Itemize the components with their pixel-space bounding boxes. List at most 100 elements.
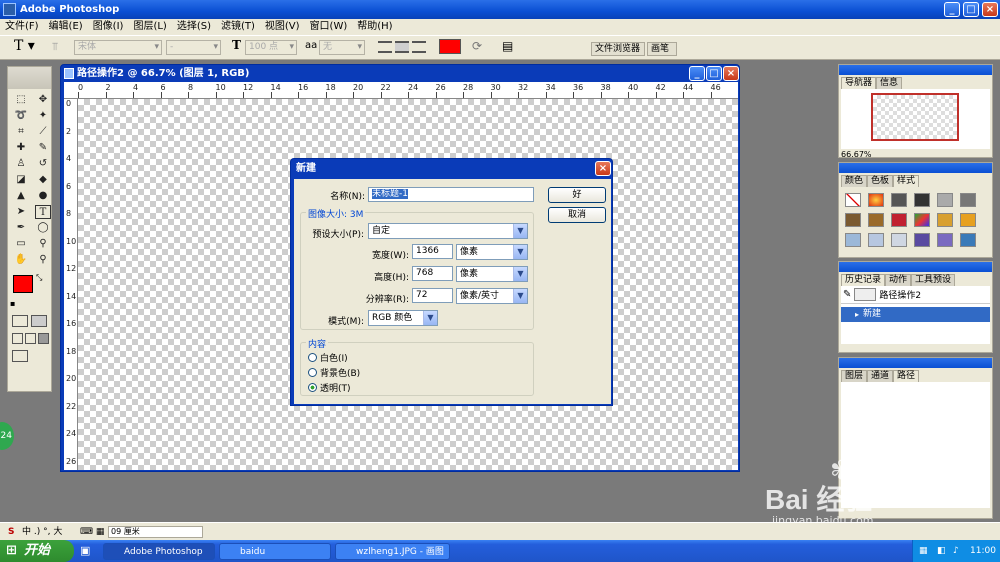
healing-icon[interactable]: ✚ — [13, 141, 29, 155]
brush-icon[interactable]: ✎ — [35, 141, 51, 155]
doc-minimize-button[interactable]: _ — [689, 66, 705, 81]
font-family-select[interactable]: 宋体 — [74, 40, 162, 55]
menu-layer[interactable]: 图层(L) — [128, 19, 171, 35]
height-field[interactable]: 768 — [412, 266, 453, 281]
menu-filter[interactable]: 滤镜(T) — [216, 19, 260, 35]
width-unit-select[interactable]: 像素 ▼ — [456, 244, 528, 260]
style-swatch[interactable] — [960, 233, 976, 247]
path-select-icon[interactable]: ➤ — [13, 205, 29, 219]
doc-close-button[interactable]: × — [723, 66, 739, 81]
quick-mask-icon[interactable] — [31, 315, 47, 327]
clock[interactable]: 11:00 — [970, 540, 996, 562]
keyboard-icon[interactable]: ⌨ ▦ — [80, 523, 104, 541]
width-field[interactable]: 1366 — [412, 244, 453, 259]
menu-select[interactable]: 选择(S) — [172, 19, 216, 35]
style-swatch[interactable] — [960, 193, 976, 207]
style-swatch[interactable] — [937, 193, 953, 207]
height-unit-select[interactable]: 像素 ▼ — [456, 266, 528, 282]
style-swatch[interactable] — [914, 193, 930, 207]
history-snapshot[interactable]: ✎ 路径操作2 — [841, 286, 990, 304]
palettes-icon[interactable]: ▤ — [502, 39, 513, 53]
style-swatch[interactable] — [937, 213, 953, 227]
minimize-button[interactable]: _ — [944, 2, 960, 17]
type-icon[interactable]: T — [35, 205, 51, 219]
text-color-swatch[interactable] — [439, 39, 461, 54]
tab-tool-presets[interactable]: 工具预设 — [911, 274, 956, 286]
style-swatch[interactable] — [960, 213, 976, 227]
start-button[interactable]: ⊞ 开始 — [0, 540, 74, 562]
maximize-button[interactable]: □ — [963, 2, 979, 17]
screen-mode-1-icon[interactable] — [12, 333, 23, 344]
screen-mode-2-icon[interactable] — [25, 333, 36, 344]
shape-icon[interactable]: ◯ — [35, 221, 51, 235]
bucket-icon[interactable]: ◆ — [35, 173, 51, 187]
tab-actions[interactable]: 动作 — [885, 274, 912, 286]
style-swatch[interactable] — [845, 193, 861, 207]
brushes-tab[interactable]: 画笔 — [647, 42, 677, 56]
eyedropper-icon[interactable]: ⚲ — [35, 237, 51, 251]
lasso-icon[interactable]: ➰ — [13, 109, 29, 123]
resolution-field[interactable]: 72 — [412, 288, 453, 303]
menu-help[interactable]: 帮助(H) — [352, 19, 397, 35]
notes-icon[interactable]: ▭ — [13, 237, 29, 251]
align-left-icon[interactable] — [378, 41, 392, 53]
navigator-zoom[interactable]: 66.67% — [841, 150, 872, 159]
mode-select[interactable]: RGB 颜色 ▼ — [368, 310, 438, 326]
style-swatch[interactable] — [914, 233, 930, 247]
tab-info[interactable]: 信息 — [876, 77, 903, 89]
tab-history[interactable]: 历史记录 — [841, 274, 886, 286]
tray-ime-icon[interactable]: ◧ — [937, 540, 946, 562]
pen-icon[interactable]: ✒ — [13, 221, 29, 235]
tray-app-icon[interactable]: ▦ — [919, 540, 928, 562]
swap-colors-icon[interactable]: ⤡ — [36, 273, 42, 283]
menu-edit[interactable]: 编辑(E) — [44, 19, 88, 35]
volume-icon[interactable]: ♪ — [953, 540, 959, 562]
jump-to-imageready-icon[interactable] — [12, 350, 28, 362]
slice-icon[interactable]: ⟋ — [35, 125, 51, 139]
style-swatch[interactable] — [845, 213, 861, 227]
ime-indicator[interactable]: 中 .) °, 大 — [22, 523, 62, 541]
font-size-select[interactable]: 100 点 — [245, 40, 297, 55]
radio-white[interactable] — [308, 353, 317, 362]
content-option-transparent[interactable]: 透明(T) — [308, 381, 351, 394]
navigator-view-box[interactable] — [871, 93, 959, 141]
style-swatch[interactable] — [868, 193, 884, 207]
style-swatch[interactable] — [891, 213, 907, 227]
tab-styles[interactable]: 样式 — [893, 175, 920, 187]
type-tool-icon[interactable]: T ▾ — [14, 38, 35, 54]
font-style-select[interactable]: - — [166, 40, 221, 55]
warp-text-icon[interactable]: ⟳ — [472, 39, 482, 53]
style-swatch[interactable] — [937, 233, 953, 247]
radio-transparent-selected[interactable] — [308, 383, 317, 392]
history-item[interactable]: ▸ 新建 — [841, 307, 990, 322]
taskbar-item-baidu[interactable]: baidu — [219, 543, 331, 560]
blur-icon[interactable]: ▲ — [13, 189, 29, 203]
default-colors-icon[interactable]: ▪ — [10, 299, 15, 308]
doc-maximize-button[interactable]: □ — [706, 66, 722, 81]
tab-color[interactable]: 颜色 — [841, 175, 868, 187]
marquee-icon[interactable]: ⬚ — [13, 93, 29, 107]
magic-wand-icon[interactable]: ✦ — [35, 109, 51, 123]
zoom-icon[interactable]: ⚲ — [35, 253, 51, 267]
style-swatch[interactable] — [868, 213, 884, 227]
standard-mode-icon[interactable] — [12, 315, 28, 327]
content-option-white[interactable]: 白色(I) — [308, 351, 348, 364]
history-brush-icon[interactable]: ↺ — [35, 157, 51, 171]
move-icon[interactable]: ✥ — [35, 93, 51, 107]
tab-channels[interactable]: 通道 — [867, 370, 894, 382]
tab-swatches[interactable]: 色板 — [867, 175, 894, 187]
dodge-icon[interactable]: ● — [35, 189, 51, 203]
side-badge[interactable]: 24 — [0, 422, 14, 450]
menu-file[interactable]: 文件(F) — [0, 19, 44, 35]
close-button[interactable]: × — [982, 2, 998, 17]
crop-icon[interactable]: ⌗ — [13, 125, 29, 139]
stamp-icon[interactable]: ♙ — [13, 157, 29, 171]
dialog-close-button[interactable]: × — [595, 161, 611, 176]
tab-paths[interactable]: 路径 — [893, 370, 920, 382]
align-right-icon[interactable] — [412, 41, 426, 53]
taskbar-item-photoshop[interactable]: Adobe Photoshop — [103, 543, 215, 560]
screen-mode-3-icon[interactable] — [38, 333, 49, 344]
resolution-unit-select[interactable]: 像素/英寸 ▼ — [456, 288, 528, 304]
style-swatch[interactable] — [845, 233, 861, 247]
menu-view[interactable]: 视图(V) — [260, 19, 305, 35]
